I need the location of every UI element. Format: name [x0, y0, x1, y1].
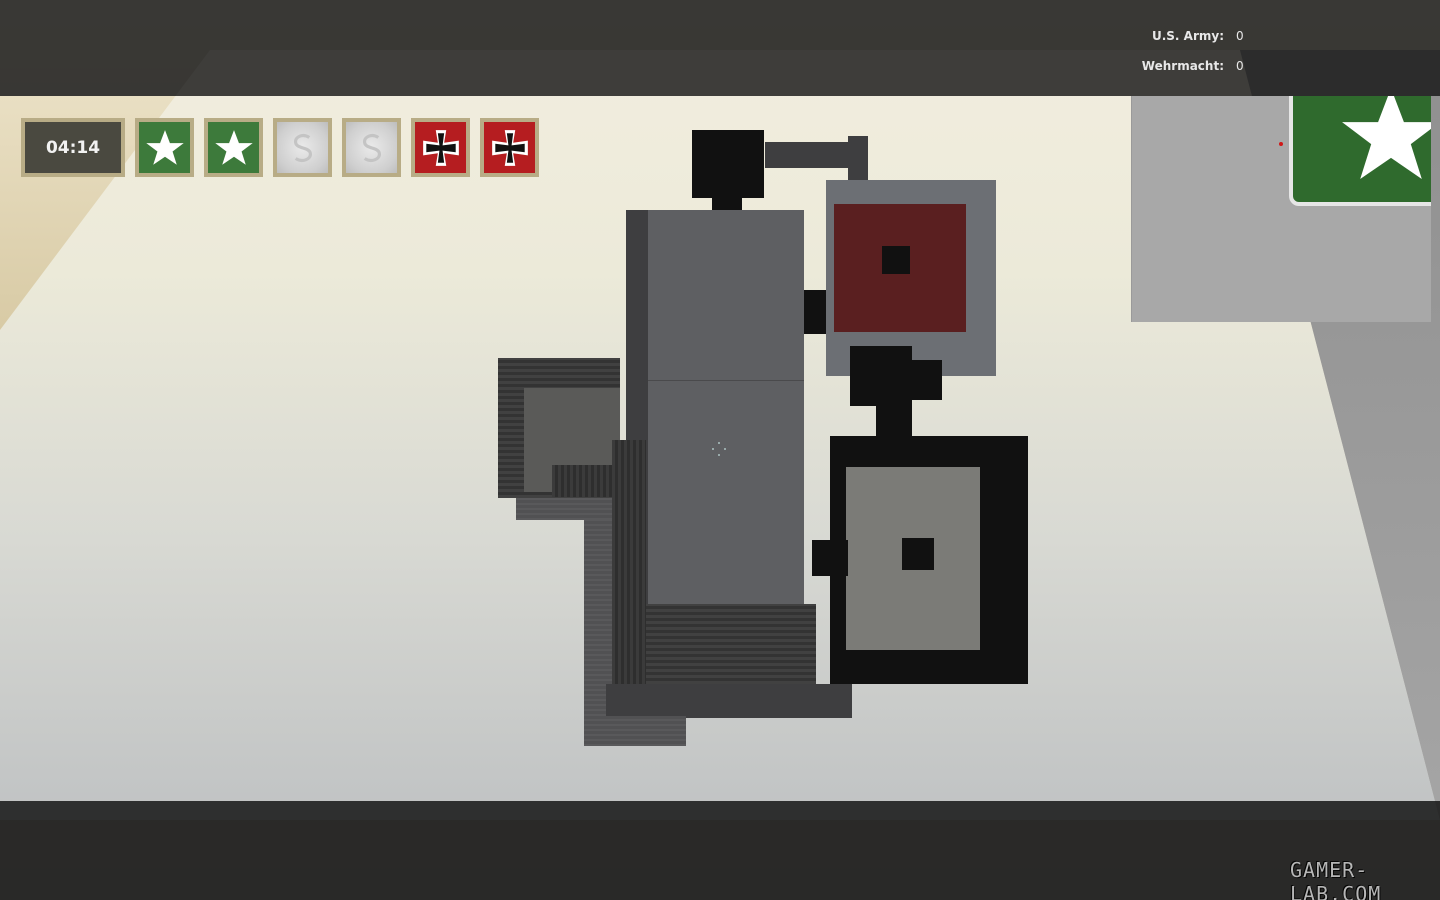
main-building-steps: [644, 604, 816, 684]
capture-flag-3: [273, 118, 332, 177]
left-wing-stairs: [552, 465, 614, 497]
round-timer: 04:14: [21, 118, 125, 177]
neutral-flag-icon: [362, 133, 381, 162]
star-icon: [1342, 96, 1431, 179]
team-name: U.S. Army:: [1151, 29, 1224, 43]
team-scoreboard: U.S. Army: 0 Wehrmacht: 0: [1100, 26, 1250, 86]
main-side-gap: [804, 290, 828, 334]
capture-flag-5: [411, 118, 470, 177]
neutral-flag-icon: [293, 133, 312, 162]
tower-link-3: [906, 360, 942, 400]
foundation-strip: [606, 684, 852, 718]
team-score: 0: [1236, 59, 1244, 73]
minimap-player-marker: [1279, 142, 1283, 146]
capture-flag-4: [342, 118, 401, 177]
team-name: Wehrmacht:: [1141, 59, 1224, 73]
round-timer-text: 04:14: [25, 122, 121, 173]
top-bunker: [692, 130, 764, 198]
star-icon: [145, 129, 184, 165]
lower-wall-block: [516, 498, 612, 520]
lower-building-link: [812, 540, 848, 576]
team-score: 0: [1236, 29, 1244, 43]
capture-flag-2: [204, 118, 263, 177]
star-icon: [214, 129, 253, 165]
capture-flag-1: [135, 118, 194, 177]
watermark: GAMER-LAB.COM: [1290, 858, 1382, 900]
objective-strip: 04:14: [21, 118, 539, 177]
score-row-us-army: U.S. Army: 0: [1100, 26, 1250, 56]
score-row-wehrmacht: Wehrmacht: 0: [1100, 56, 1250, 86]
tower-link-1: [850, 346, 878, 406]
walkway-post: [848, 136, 868, 182]
minimap: [1131, 96, 1431, 322]
main-building-seam: [648, 380, 804, 381]
crosshair: [712, 442, 726, 456]
bottom-hud-bar: [0, 801, 1440, 900]
lower-wall-rails: [612, 440, 646, 686]
lower-building-hatch: [902, 538, 934, 570]
red-tower-hatch: [882, 246, 910, 274]
minimap-flag-marker: [1289, 96, 1431, 206]
foundation-block: [584, 716, 686, 746]
capture-flag-6: [480, 118, 539, 177]
iron-cross-icon: [422, 129, 459, 166]
iron-cross-icon: [491, 129, 528, 166]
